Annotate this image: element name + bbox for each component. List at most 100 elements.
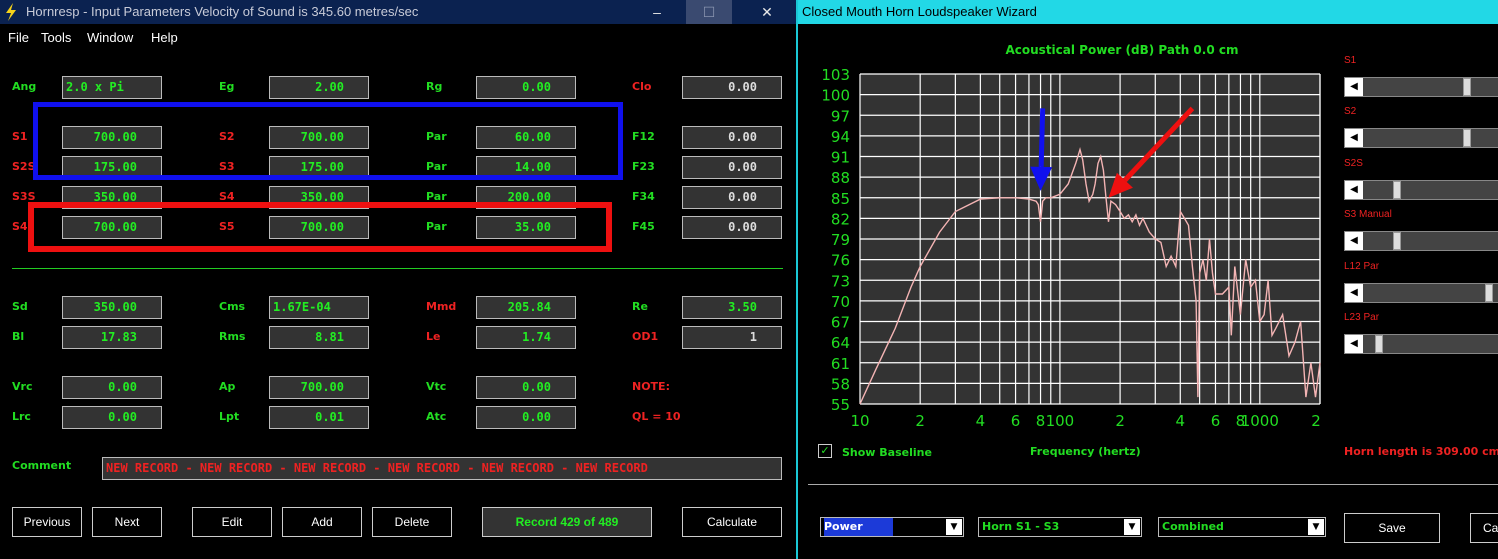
param-label: Mmd — [426, 300, 457, 313]
slider-label: S1 — [1344, 55, 1357, 66]
show-baseline-checkbox[interactable]: ✓ — [818, 444, 832, 458]
combined-select-value: Combined — [1162, 520, 1224, 533]
bottom-divider — [808, 484, 1498, 485]
y-tick-label: 64 — [831, 334, 850, 352]
slider-label: S2 — [1344, 106, 1357, 117]
param-field[interactable]: 2.0 x Pi — [62, 76, 162, 99]
param-label: S2S — [12, 160, 36, 173]
slider-label: S2S — [1344, 158, 1363, 169]
param-label: F34 — [632, 190, 655, 203]
param-field[interactable]: 205.84 — [476, 296, 576, 319]
y-tick-label: 58 — [831, 375, 850, 393]
next-button[interactable]: Next — [92, 507, 162, 537]
param-field[interactable]: 0.00 — [476, 76, 576, 99]
param-field[interactable]: 17.83 — [62, 326, 162, 349]
horn-select[interactable]: Horn S1 - S3 ▼ — [978, 517, 1142, 537]
slider-thumb[interactable] — [1463, 78, 1472, 96]
previous-button[interactable]: Previous — [12, 507, 82, 537]
right-title-bar[interactable]: Closed Mouth Horn Loudspeaker Wizard — [798, 0, 1498, 24]
param-field[interactable]: 1 — [682, 326, 782, 349]
param-field[interactable]: 3.50 — [682, 296, 782, 319]
slider-left-arrow-icon[interactable]: ◀ — [1345, 335, 1363, 353]
left-title-bar[interactable]: Hornresp - Input Parameters Velocity of … — [0, 0, 796, 24]
acoustical-power-chart: Acoustical Power (dB) Path 0.0 cm 555861… — [821, 43, 1321, 430]
param-field[interactable]: 0.00 — [682, 126, 782, 149]
slider-left-arrow-icon[interactable]: ◀ — [1345, 232, 1363, 250]
param-field[interactable]: 1.74 — [476, 326, 576, 349]
param-field[interactable]: 0.00 — [682, 76, 782, 99]
slider-track[interactable]: ◀ — [1344, 334, 1498, 354]
slider-track[interactable]: ◀ — [1344, 180, 1498, 200]
maximize-button[interactable]: ☐ — [686, 0, 732, 24]
param-field[interactable]: 0.00 — [682, 216, 782, 239]
x-tick-label: 2 — [1311, 412, 1321, 430]
calculate-button[interactable]: Calculate — [682, 507, 782, 537]
blue-highlight-box — [33, 102, 623, 180]
slider-thumb[interactable] — [1375, 335, 1384, 353]
param-label: Bl — [12, 330, 25, 343]
menu-window[interactable]: Window — [87, 30, 133, 45]
x-tick-label: 2 — [1115, 412, 1125, 430]
slider-thumb[interactable] — [1392, 181, 1401, 199]
x-tick-label: 1000 — [1241, 412, 1279, 430]
param-field[interactable]: 0.01 — [269, 406, 369, 429]
param-field[interactable]: 0.00 — [62, 376, 162, 399]
delete-button[interactable]: Delete — [372, 507, 452, 537]
param-label: Le — [426, 330, 441, 343]
chevron-down-icon[interactable]: ▼ — [1308, 519, 1324, 535]
param-field[interactable]: 350.00 — [62, 296, 162, 319]
param-label: Atc — [426, 410, 447, 423]
power-select[interactable]: Power ▼ — [820, 517, 964, 537]
comment-field[interactable]: NEW RECORD - NEW RECORD - NEW RECORD - N… — [102, 457, 782, 480]
slider-track[interactable]: ◀ — [1344, 231, 1498, 251]
close-button[interactable]: ✕ — [744, 0, 790, 24]
menu-tools[interactable]: Tools — [41, 30, 71, 45]
param-field[interactable]: 8.81 — [269, 326, 369, 349]
menu-file[interactable]: File — [8, 30, 29, 45]
slider-label: S3 Manual — [1344, 209, 1392, 220]
horn-length-label: Horn length is 309.00 cm — [1344, 445, 1498, 458]
slider-track[interactable]: ◀ — [1344, 283, 1498, 303]
chevron-down-icon[interactable]: ▼ — [1124, 519, 1140, 535]
param-field[interactable]: 0.00 — [62, 406, 162, 429]
y-tick-label: 91 — [831, 149, 850, 167]
slider-thumb[interactable] — [1392, 232, 1401, 250]
y-tick-label: 61 — [831, 355, 850, 373]
add-button[interactable]: Add — [282, 507, 362, 537]
param-label: Lpt — [219, 410, 240, 423]
save-button[interactable]: Save — [1344, 513, 1440, 543]
slider-thumb[interactable] — [1484, 284, 1493, 302]
lightning-bolt-icon — [6, 3, 16, 21]
param-field[interactable]: 700.00 — [269, 376, 369, 399]
y-tick-label: 103 — [821, 66, 850, 84]
slider-left-arrow-icon[interactable]: ◀ — [1345, 284, 1363, 302]
param-field[interactable]: 0.00 — [476, 406, 576, 429]
param-label: Rms — [219, 330, 246, 343]
slider-left-arrow-icon[interactable]: ◀ — [1345, 181, 1363, 199]
x-tick-label: 6 — [1011, 412, 1021, 430]
chevron-down-icon[interactable]: ▼ — [946, 519, 962, 535]
slider-label: L12 Par — [1344, 261, 1380, 272]
slider-left-arrow-icon[interactable]: ◀ — [1345, 78, 1363, 96]
param-label: Eg — [219, 80, 235, 93]
slider-thumb[interactable] — [1463, 129, 1472, 147]
param-label: Cms — [219, 300, 246, 313]
x-tick-label: 6 — [1211, 412, 1221, 430]
combined-select[interactable]: Combined ▼ — [1158, 517, 1326, 537]
minimize-button[interactable]: – — [634, 0, 680, 24]
slider-track[interactable]: ◀ — [1344, 77, 1498, 97]
param-field[interactable]: 1.67E-04 — [269, 296, 369, 319]
param-field[interactable]: 0.00 — [476, 376, 576, 399]
y-tick-label: 82 — [831, 210, 850, 228]
slider-left-arrow-icon[interactable]: ◀ — [1345, 129, 1363, 147]
param-field[interactable]: 2.00 — [269, 76, 369, 99]
slider-track[interactable]: ◀ — [1344, 128, 1498, 148]
param-field[interactable]: 0.00 — [682, 156, 782, 179]
y-tick-label: 73 — [831, 272, 850, 290]
y-tick-label: 79 — [831, 231, 850, 249]
cancel-button[interactable]: Cancel — [1470, 513, 1498, 543]
menu-help[interactable]: Help — [151, 30, 178, 45]
right-window-title: Closed Mouth Horn Loudspeaker Wizard — [802, 4, 1037, 19]
param-field[interactable]: 0.00 — [682, 186, 782, 209]
edit-button[interactable]: Edit — [192, 507, 272, 537]
